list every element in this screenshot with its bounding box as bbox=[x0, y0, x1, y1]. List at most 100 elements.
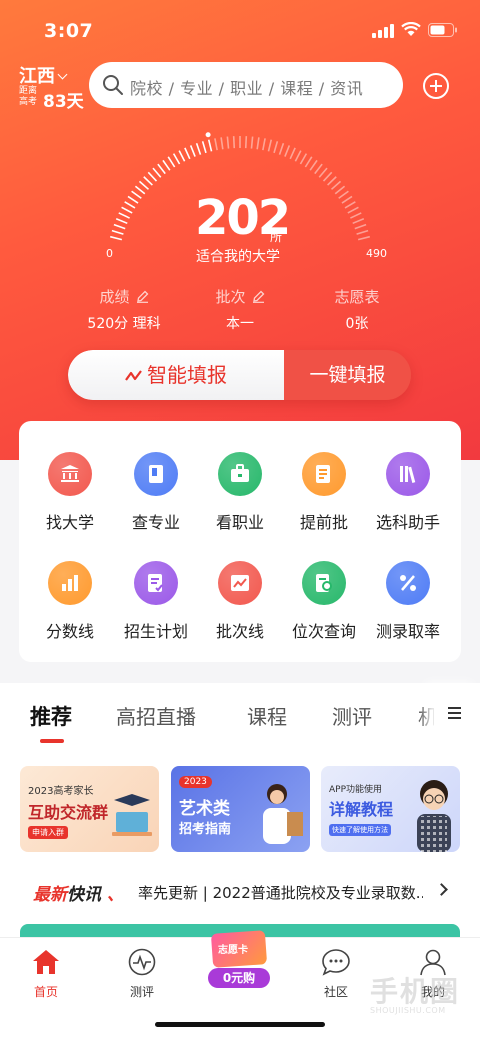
search-bar[interactable]: 院校 / 专业 / 职业 / 课程 / 资讯 bbox=[89, 62, 403, 108]
edit-icon bbox=[252, 290, 264, 303]
batch-stat[interactable]: 批次 本一 bbox=[185, 286, 295, 333]
fill-actions: 智能填报 一键填报 bbox=[68, 350, 411, 400]
gauge-tick bbox=[157, 163, 166, 175]
gauge-tick bbox=[273, 141, 279, 154]
watermark: 手机圈 SHOUJIISHU.COM bbox=[364, 968, 464, 1018]
nav-assessment-label: 测评 bbox=[129, 985, 154, 999]
banner-parent-top: 2023高考家长 bbox=[28, 786, 94, 797]
application-form-label: 志愿表 bbox=[334, 288, 380, 306]
score-stat[interactable]: 成绩 520分 理科 bbox=[69, 286, 179, 333]
banner-art-subtitle: 招考指南 bbox=[179, 822, 232, 837]
feature-line-chart[interactable]: 批次线 bbox=[198, 561, 282, 642]
promo-card-label: 志愿卡 bbox=[218, 945, 248, 956]
batch-label: 批次 bbox=[215, 288, 246, 306]
banner-tutorial-cta: 快速了解使用方法 bbox=[329, 824, 391, 836]
feature-books[interactable]: 选科助手 bbox=[366, 452, 450, 533]
gauge-tick bbox=[256, 137, 260, 150]
boy-illustration-icon bbox=[417, 780, 451, 852]
gauge-tick bbox=[309, 159, 318, 171]
feature-label: 查专业 bbox=[131, 513, 180, 532]
chat-icon bbox=[322, 949, 350, 976]
search-icon bbox=[103, 75, 123, 95]
application-form-value: 0张 bbox=[345, 316, 369, 332]
matched-university-unit: 所 bbox=[270, 230, 283, 244]
laptop-icon bbox=[112, 794, 152, 836]
gauge-tick bbox=[178, 150, 186, 162]
feature-book[interactable]: 查专业 bbox=[114, 452, 198, 533]
feature-plan[interactable]: 招生计划 bbox=[114, 561, 198, 642]
gauge-tick bbox=[338, 190, 349, 199]
feature-document[interactable]: 提前批 bbox=[282, 452, 366, 533]
gauge-max-label: 490 bbox=[366, 247, 387, 260]
gauge-tick bbox=[115, 217, 128, 225]
status-bar: 3:07 bbox=[0, 0, 480, 58]
one-click-fill-button[interactable]: 一键填报 bbox=[284, 350, 411, 400]
banner-tutorial-top: APP功能使用 bbox=[329, 785, 383, 795]
smart-fill-button[interactable]: 智能填报 bbox=[68, 350, 284, 400]
status-time: 3:07 bbox=[44, 20, 94, 42]
news-ticker[interactable]: 最新快讯 、 率先更新 | 2022普通批院校及专业录取数... bbox=[0, 872, 480, 908]
one-click-fill-label: 一键填报 bbox=[309, 364, 386, 386]
menu-icon[interactable] bbox=[434, 683, 480, 743]
gauge-tick bbox=[322, 171, 333, 182]
book-icon bbox=[134, 452, 178, 496]
tab-live[interactable]: 高招直播 bbox=[116, 701, 196, 730]
province-name: 江西 bbox=[19, 66, 55, 87]
promo-card-button[interactable]: 志愿卡 0元购 bbox=[208, 930, 270, 990]
feature-bar-chart[interactable]: 分数线 bbox=[28, 561, 112, 642]
feature-rank-search[interactable]: 位次查询 bbox=[282, 561, 366, 642]
gauge-tick bbox=[244, 136, 248, 149]
feature-label: 批次线 bbox=[215, 622, 264, 641]
province-selector[interactable]: 江西 距离高考 83天 bbox=[19, 62, 84, 112]
percent-icon bbox=[386, 561, 430, 605]
feature-label: 找大学 bbox=[45, 513, 94, 532]
tab-recommend[interactable]: 推荐 bbox=[30, 701, 72, 731]
edit-icon bbox=[136, 290, 148, 303]
gauge-tick bbox=[118, 212, 130, 219]
gauge-tick bbox=[294, 150, 302, 162]
gauge-tick bbox=[220, 137, 224, 150]
gauge-tick bbox=[152, 167, 162, 178]
gauge-tick bbox=[232, 136, 236, 149]
gauge-tick bbox=[131, 190, 142, 199]
add-icon[interactable] bbox=[423, 73, 449, 99]
gauge-tick bbox=[138, 180, 150, 190]
gauge-tick bbox=[347, 206, 359, 214]
feature-label: 分数线 bbox=[45, 622, 94, 641]
feature-briefcase[interactable]: 看职业 bbox=[198, 452, 282, 533]
promo-price: 0元购 bbox=[208, 968, 270, 988]
feature-university[interactable]: 找大学 bbox=[28, 452, 112, 533]
gauge-tick bbox=[189, 145, 196, 157]
gauge-tick bbox=[162, 159, 171, 171]
university-icon bbox=[48, 452, 92, 496]
banner-parent-group[interactable]: 2023高考家长 互助交流群 申请入群 bbox=[20, 766, 159, 852]
gauge-tick bbox=[111, 229, 124, 235]
gauge-tick bbox=[110, 235, 123, 241]
score-label: 成绩 bbox=[99, 288, 130, 306]
smart-fill-label: 智能填报 bbox=[147, 363, 227, 387]
tab-assessment[interactable]: 测评 bbox=[332, 701, 372, 730]
gauge-tick bbox=[250, 136, 254, 149]
briefcase-icon bbox=[218, 452, 262, 496]
cellular-signal-icon bbox=[372, 24, 394, 38]
gauge-tick bbox=[262, 138, 266, 151]
home-icon bbox=[33, 950, 59, 974]
banner-art-title: 艺术类 bbox=[179, 799, 230, 819]
gauge-tick bbox=[356, 229, 369, 235]
document-icon bbox=[302, 452, 346, 496]
nav-community[interactable]: 社区 bbox=[306, 948, 366, 1000]
gauge-tick bbox=[318, 167, 328, 178]
banner-art-year: 2023 bbox=[179, 776, 212, 788]
score-value: 520分 理科 bbox=[87, 316, 161, 332]
application-form-stat[interactable]: 志愿表 0张 bbox=[302, 286, 412, 333]
feature-percent[interactable]: 测录取率 bbox=[366, 561, 450, 642]
banner-art-guide[interactable]: 2023 艺术类 招考指南 bbox=[171, 766, 310, 852]
nav-assessment[interactable]: 测评 bbox=[112, 948, 172, 1000]
tab-course[interactable]: 课程 bbox=[247, 701, 287, 730]
wifi-icon bbox=[401, 22, 421, 36]
matched-university-caption: 适合我的大学 bbox=[196, 249, 280, 265]
nav-home[interactable]: 首页 bbox=[16, 948, 76, 1000]
bar-chart-icon bbox=[48, 561, 92, 605]
gauge-tick bbox=[167, 156, 176, 168]
banner-tutorial[interactable]: APP功能使用 详解教程 快速了解使用方法 bbox=[321, 766, 460, 852]
